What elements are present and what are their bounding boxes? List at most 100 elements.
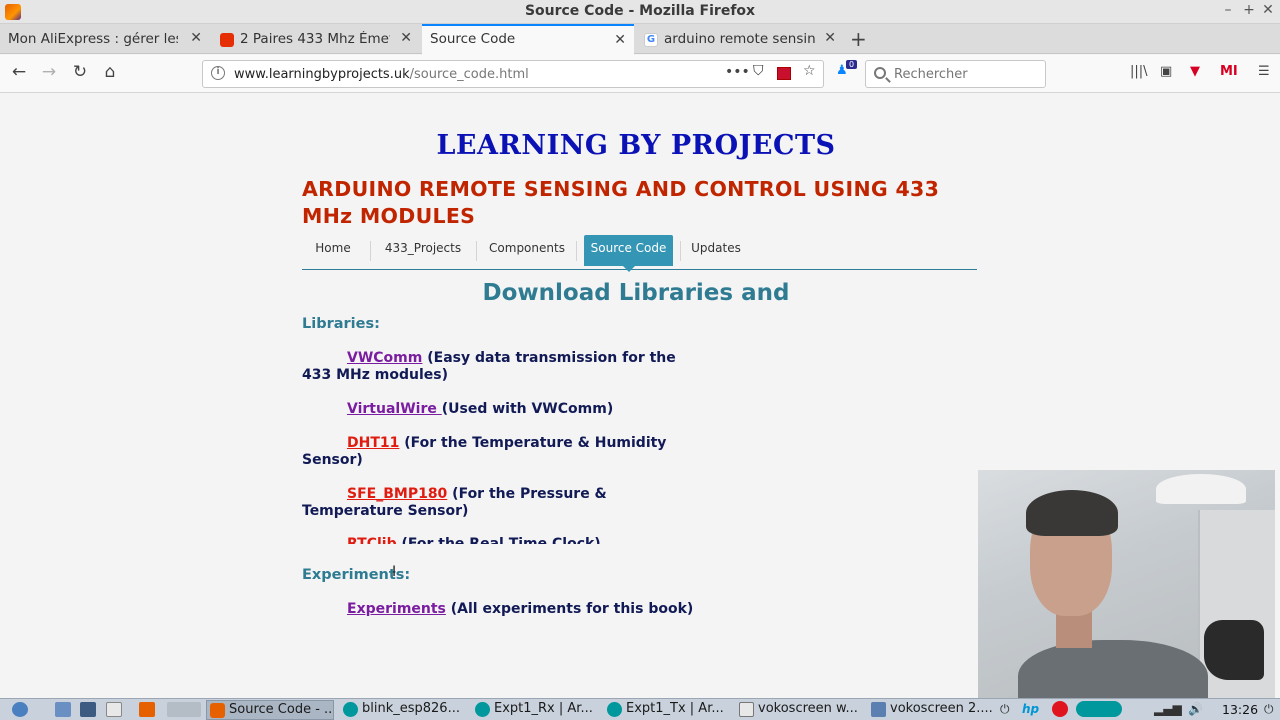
arduino-icon	[343, 702, 358, 717]
window-icon[interactable]	[106, 702, 122, 717]
vwcomm-link[interactable]: VWComm	[347, 350, 422, 366]
addon-mi-icon[interactable]: MI	[1220, 64, 1238, 79]
experiment-item: Experiments (All experiments for this bo…	[347, 601, 694, 617]
dht11-link[interactable]: DHT11	[347, 435, 399, 451]
close-icon[interactable]: ✕	[824, 30, 836, 46]
library-item: SFE_BMP180 (For the Pressure & Temperatu…	[302, 486, 607, 519]
forward-arrow-icon[interactable]: →	[37, 62, 61, 82]
tab-label: 2 Paires 433 Mhz Émette	[240, 31, 390, 47]
new-tab-icon[interactable]: +	[850, 27, 867, 51]
tab-label: arduino remote sensing	[664, 31, 816, 47]
task-expt1-rx[interactable]: Expt1_Rx | Ar...	[472, 700, 600, 720]
page-subtitle: ARDUINO REMOTE SENSING AND CONTROL USING…	[302, 177, 940, 228]
search-bar[interactable]	[865, 60, 1046, 88]
record-icon[interactable]	[1052, 701, 1068, 717]
reload-icon[interactable]: ↻	[68, 62, 92, 82]
experiments-link[interactable]: Experiments	[347, 601, 446, 617]
site-menu: Home 433_Projects Components Source Code…	[302, 235, 977, 272]
task-expt1-tx[interactable]: Expt1_Tx | Ar...	[604, 700, 732, 720]
sidebar-icon[interactable]: ▣	[1160, 64, 1172, 79]
menu-source-code[interactable]: Source Code	[584, 235, 673, 272]
library-item: VirtualWire (Used with VWComm)	[347, 401, 614, 417]
menu-divider	[370, 241, 371, 261]
address-bar[interactable]: i www.learningbyprojects.uk/source_code.…	[202, 60, 824, 88]
download-heading: Download Libraries and	[482, 280, 790, 306]
firefox-icon	[210, 703, 225, 718]
window-icon	[739, 702, 754, 717]
tab-aliexpress-product[interactable]: 2 Paires 433 Mhz Émette ✕	[212, 24, 420, 54]
lamp-shape	[1156, 474, 1246, 504]
person-shoulders	[1018, 640, 1208, 698]
close-icon[interactable]: ✕	[400, 30, 412, 46]
taskbar: Source Code - ... blink_esp826... Expt1_…	[0, 698, 1280, 720]
bookmark-star-icon[interactable]: ☆	[803, 63, 816, 79]
tab-source-code[interactable]: Source Code ✕	[422, 24, 634, 55]
url-text[interactable]: www.learningbyprojects.uk/source_code.ht…	[234, 67, 529, 82]
site-title: LEARNING BY PROJECTS	[436, 130, 836, 161]
search-icon	[874, 67, 886, 79]
hp-icon[interactable]: hp	[1022, 702, 1039, 716]
clothes-shape	[1204, 620, 1264, 680]
start-menu-icon[interactable]	[12, 702, 28, 717]
library-icon[interactable]: |||\	[1130, 64, 1148, 79]
notification-badge: 0	[846, 60, 858, 69]
firefox-icon[interactable]	[139, 702, 155, 717]
terminal-icon[interactable]	[80, 702, 96, 717]
task-source-code[interactable]: Source Code - ...	[206, 700, 334, 720]
tab-label: Source Code	[430, 31, 516, 47]
tab-strip: Mon AliExpress : gérer les c ✕ 2 Paires …	[0, 24, 1280, 55]
virtualwire-link[interactable]: VirtualWire	[347, 401, 442, 417]
menu-divider	[680, 241, 681, 261]
task-vokoscreen-window[interactable]: vokoscreen w...	[736, 700, 864, 720]
site-info-icon[interactable]: i	[211, 66, 225, 80]
libraries-label: Libraries:	[302, 316, 380, 332]
pocket-icon[interactable]: ⛉	[753, 63, 764, 79]
home-icon[interactable]: ⌂	[98, 62, 122, 82]
menu-components[interactable]: Components	[488, 235, 566, 266]
desktop-pager[interactable]	[167, 702, 201, 717]
person-hair	[1026, 490, 1118, 536]
minimize-icon[interactable]: –	[1219, 2, 1237, 18]
tab-google-search[interactable]: Garduino remote sensing ✕	[636, 24, 844, 54]
menu-433-projects[interactable]: 433_Projects	[382, 235, 464, 266]
menu-icon[interactable]: ☰	[1258, 64, 1270, 79]
library-item: VWComm (Easy data transmission for the 4…	[302, 350, 676, 383]
window-title: Source Code - Mozilla Firefox	[524, 3, 756, 19]
close-window-icon[interactable]: ✕	[1259, 2, 1277, 18]
close-icon[interactable]: ✕	[614, 32, 626, 48]
menu-divider	[576, 241, 577, 261]
flag-icon[interactable]	[777, 67, 791, 80]
vokoscreen-icon	[871, 702, 886, 717]
google-icon: G	[644, 33, 658, 47]
task-blink-esp[interactable]: blink_esp826...	[340, 700, 468, 720]
library-item-clipped: RTClib (For the Real Time Clock)	[302, 536, 702, 544]
window-titlebar: Source Code - Mozilla Firefox – + ✕	[0, 0, 1280, 24]
library-item: DHT11 (For the Temperature & Humidity Se…	[302, 435, 667, 468]
power-plug-icon[interactable]: ⏻	[1000, 702, 1010, 717]
arduino-icon	[607, 702, 622, 717]
maximize-icon[interactable]: +	[1240, 2, 1258, 18]
rtclib-link[interactable]: RTClib	[347, 536, 397, 544]
webcam-overlay	[978, 470, 1275, 698]
page-actions-icon[interactable]: •••	[725, 64, 750, 80]
tab-label: Mon AliExpress : gérer les c	[8, 31, 178, 47]
file-manager-icon[interactable]	[55, 702, 71, 717]
navigation-toolbar: ← → ↻ ⌂ i www.learningbyprojects.uk/sour…	[0, 55, 1280, 93]
volume-icon[interactable]: 🔊	[1188, 702, 1203, 716]
arduino-tray-icon[interactable]	[1076, 701, 1122, 717]
tab-aliexpress[interactable]: Mon AliExpress : gérer les c ✕	[0, 24, 210, 54]
back-arrow-icon[interactable]: ←	[7, 62, 31, 82]
menu-home[interactable]: Home	[308, 235, 358, 266]
pocket-save-icon[interactable]: ▼	[1190, 64, 1200, 79]
sfe-bmp180-link[interactable]: SFE_BMP180	[347, 486, 447, 502]
search-input[interactable]	[894, 65, 1039, 83]
clock: 13:26	[1222, 702, 1259, 717]
network-signal-icon[interactable]: ▂▄▆	[1154, 702, 1182, 716]
menu-divider	[476, 241, 477, 261]
power-icon[interactable]: ⏻	[1264, 702, 1274, 717]
close-icon[interactable]: ✕	[190, 30, 202, 46]
arduino-icon	[475, 702, 490, 717]
menu-updates[interactable]: Updates	[690, 235, 742, 266]
task-vokoscreen[interactable]: vokoscreen 2....	[868, 700, 996, 720]
aliexpress-bag-icon	[220, 33, 234, 47]
